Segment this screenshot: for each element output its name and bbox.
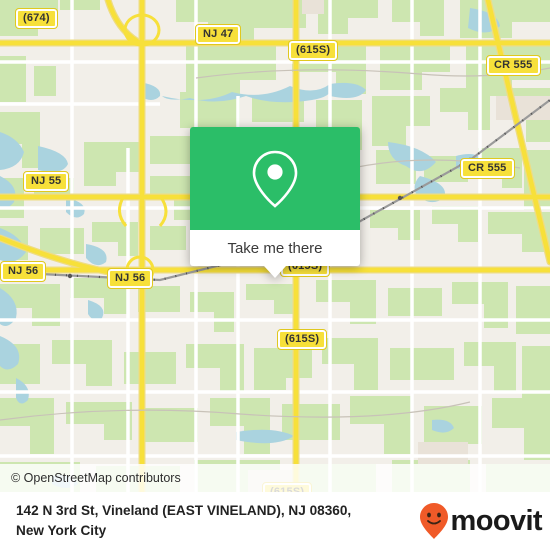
popup-header bbox=[190, 127, 360, 230]
road-shield[interactable]: CR 555 bbox=[486, 55, 541, 76]
moovit-map-screenshot: (674) NJ 47 (615S) CR 555 CR 555 NJ 55 N… bbox=[0, 0, 550, 550]
map-attribution-bar: © OpenStreetMap contributors bbox=[0, 464, 550, 492]
location-popup[interactable]: Take me there bbox=[190, 127, 360, 278]
address-block: 142 N 3rd St, Vineland (EAST VINELAND), … bbox=[0, 501, 419, 540]
road-shield[interactable]: CR 555 bbox=[460, 158, 515, 179]
road-shield[interactable]: NJ 56 bbox=[106, 268, 154, 289]
road-shield[interactable]: (615S) bbox=[276, 329, 328, 350]
footer-bar: 142 N 3rd St, Vineland (EAST VINELAND), … bbox=[0, 492, 550, 550]
attribution-text[interactable]: © OpenStreetMap contributors bbox=[0, 471, 181, 485]
road-shield[interactable]: NJ 47 bbox=[194, 24, 242, 45]
moovit-wordmark: moovit bbox=[450, 504, 543, 537]
road-shield[interactable]: (615S) bbox=[287, 40, 339, 61]
moovit-brand-logo[interactable]: moovit bbox=[419, 502, 550, 540]
popup-footer[interactable]: Take me there bbox=[190, 230, 360, 278]
take-me-there-label: Take me there bbox=[227, 239, 323, 257]
road-shield[interactable]: NJ 55 bbox=[22, 171, 70, 192]
map-canvas[interactable]: (674) NJ 47 (615S) CR 555 CR 555 NJ 55 N… bbox=[0, 0, 550, 492]
address-line-1: 142 N 3rd St, Vineland (EAST VINELAND), … bbox=[16, 503, 352, 519]
popup-pointer-tail bbox=[264, 266, 286, 278]
road-shield[interactable]: (674) bbox=[15, 8, 58, 29]
map-pin-icon bbox=[252, 150, 298, 208]
address-line-2: New York City bbox=[16, 523, 107, 538]
road-shield[interactable]: NJ 56 bbox=[0, 261, 47, 282]
moovit-smiley-pin-icon bbox=[419, 503, 448, 539]
